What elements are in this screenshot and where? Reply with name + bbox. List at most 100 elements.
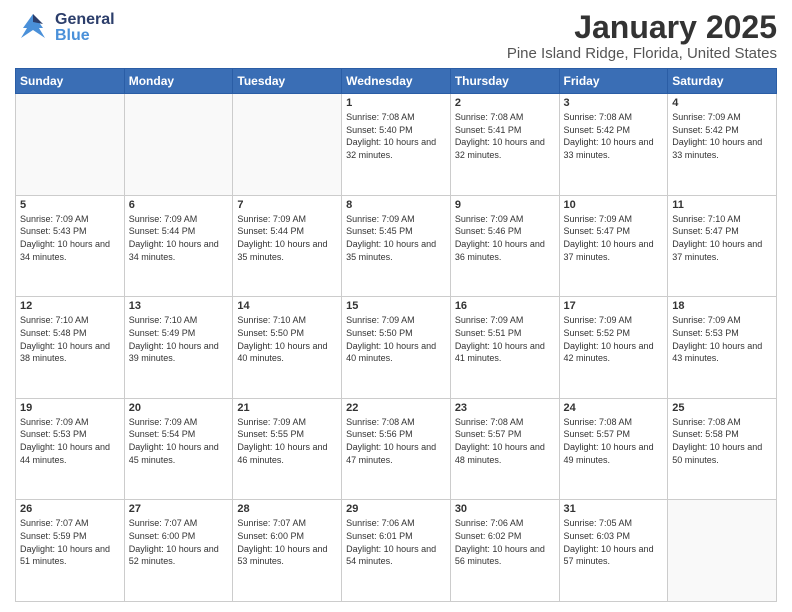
table-row bbox=[233, 94, 342, 196]
day-number: 17 bbox=[564, 300, 664, 312]
table-row: 24 Sunrise: 7:08 AMSunset: 5:57 PMDayligh… bbox=[559, 398, 668, 500]
day-info: Sunrise: 7:09 AMSunset: 5:43 PMDaylight:… bbox=[20, 213, 120, 263]
day-info: Sunrise: 7:09 AMSunset: 5:46 PMDaylight:… bbox=[455, 213, 555, 263]
header-saturday: Saturday bbox=[668, 69, 777, 94]
day-number: 23 bbox=[455, 402, 555, 414]
day-info: Sunrise: 7:08 AMSunset: 5:56 PMDaylight:… bbox=[346, 416, 446, 466]
day-info: Sunrise: 7:09 AMSunset: 5:51 PMDaylight:… bbox=[455, 314, 555, 364]
calendar-week-row: 26 Sunrise: 7:07 AMSunset: 5:59 PMDayligh… bbox=[16, 500, 777, 602]
table-row: 23 Sunrise: 7:08 AMSunset: 5:57 PMDayligh… bbox=[450, 398, 559, 500]
day-number: 2 bbox=[455, 97, 555, 109]
table-row: 9Sunrise: 7:09 AMSunset: 5:46 PMDaylight… bbox=[450, 195, 559, 297]
table-row: 27Sunrise: 7:07 AMSunset: 6:00 PMDayligh… bbox=[124, 500, 233, 602]
day-number: 4 bbox=[672, 97, 772, 109]
calendar-week-row: 12Sunrise: 7:10 AMSunset: 5:48 PMDayligh… bbox=[16, 297, 777, 399]
calendar-week-row: 5 Sunrise: 7:09 AMSunset: 5:43 PMDaylight… bbox=[16, 195, 777, 297]
table-row: 25 Sunrise: 7:08 AMSunset: 5:58 PMDayligh… bbox=[668, 398, 777, 500]
day-info: Sunrise: 7:08 AMSunset: 5:57 PMDaylight:… bbox=[455, 416, 555, 466]
table-row: 28Sunrise: 7:07 AMSunset: 6:00 PMDayligh… bbox=[233, 500, 342, 602]
day-number: 26 bbox=[20, 503, 120, 515]
day-number: 20 bbox=[129, 402, 229, 414]
day-number: 10 bbox=[564, 199, 664, 211]
day-info: Sunrise: 7:05 AMSunset: 6:03 PMDaylight:… bbox=[564, 517, 664, 567]
day-number: 16 bbox=[455, 300, 555, 312]
table-row: 30 Sunrise: 7:06 AMSunset: 6:02 PMDayligh… bbox=[450, 500, 559, 602]
day-number: 18 bbox=[672, 300, 772, 312]
table-row: 14 Sunrise: 7:10 AMSunset: 5:50 PMDayligh… bbox=[233, 297, 342, 399]
header-thursday: Thursday bbox=[450, 69, 559, 94]
table-row: 1Sunrise: 7:08 AMSunset: 5:40 PMDaylight… bbox=[342, 94, 451, 196]
header-friday: Friday bbox=[559, 69, 668, 94]
logo-text: General Blue bbox=[55, 12, 115, 44]
day-info: Sunrise: 7:09 AMSunset: 5:50 PMDaylight:… bbox=[346, 314, 446, 364]
day-number: 1 bbox=[346, 97, 446, 109]
month-title: January 2025 bbox=[507, 10, 777, 45]
table-row: 6Sunrise: 7:09 AMSunset: 5:44 PMDaylight… bbox=[124, 195, 233, 297]
day-number: 5 bbox=[20, 199, 120, 211]
table-row: 29 Sunrise: 7:06 AMSunset: 6:01 PMDayligh… bbox=[342, 500, 451, 602]
day-number: 24 bbox=[564, 402, 664, 414]
table-row: 18 Sunrise: 7:09 AMSunset: 5:53 PMDayligh… bbox=[668, 297, 777, 399]
day-info: Sunrise: 7:06 AMSunset: 6:01 PMDaylight:… bbox=[346, 517, 446, 567]
day-number: 6 bbox=[129, 199, 229, 211]
table-row: 21 Sunrise: 7:09 AMSunset: 5:55 PMDayligh… bbox=[233, 398, 342, 500]
table-row: 31 Sunrise: 7:05 AMSunset: 6:03 PMDayligh… bbox=[559, 500, 668, 602]
table-row: 20 Sunrise: 7:09 AMSunset: 5:54 PMDayligh… bbox=[124, 398, 233, 500]
day-info: Sunrise: 7:09 AMSunset: 5:53 PMDaylight:… bbox=[20, 416, 120, 466]
table-row: 16 Sunrise: 7:09 AMSunset: 5:51 PMDayligh… bbox=[450, 297, 559, 399]
calendar-week-row: 19 Sunrise: 7:09 AMSunset: 5:53 PMDayligh… bbox=[16, 398, 777, 500]
header-wednesday: Wednesday bbox=[342, 69, 451, 94]
day-info: Sunrise: 7:06 AMSunset: 6:02 PMDaylight:… bbox=[455, 517, 555, 567]
day-number: 29 bbox=[346, 503, 446, 515]
day-info: Sunrise: 7:09 AMSunset: 5:52 PMDaylight:… bbox=[564, 314, 664, 364]
logo-icon bbox=[15, 10, 51, 46]
day-info: Sunrise: 7:07 AMSunset: 6:00 PMDaylight:… bbox=[237, 517, 337, 567]
header-monday: Monday bbox=[124, 69, 233, 94]
header: General Blue January 2025 Pine Island Ri… bbox=[15, 10, 777, 62]
day-info: Sunrise: 7:08 AMSunset: 5:57 PMDaylight:… bbox=[564, 416, 664, 466]
day-info: Sunrise: 7:10 AMSunset: 5:48 PMDaylight:… bbox=[20, 314, 120, 364]
day-number: 31 bbox=[564, 503, 664, 515]
logo-general-text: General bbox=[55, 12, 115, 28]
weekday-header-row: Sunday Monday Tuesday Wednesday Thursday… bbox=[16, 69, 777, 94]
table-row: 11 Sunrise: 7:10 AMSunset: 5:47 PMDayligh… bbox=[668, 195, 777, 297]
header-tuesday: Tuesday bbox=[233, 69, 342, 94]
day-info: Sunrise: 7:10 AMSunset: 5:47 PMDaylight:… bbox=[672, 213, 772, 263]
header-sunday: Sunday bbox=[16, 69, 125, 94]
table-row: 8Sunrise: 7:09 AMSunset: 5:45 PMDaylight… bbox=[342, 195, 451, 297]
table-row: 2Sunrise: 7:08 AMSunset: 5:41 PMDaylight… bbox=[450, 94, 559, 196]
table-row: 19 Sunrise: 7:09 AMSunset: 5:53 PMDayligh… bbox=[16, 398, 125, 500]
day-info: Sunrise: 7:09 AMSunset: 5:42 PMDaylight:… bbox=[672, 111, 772, 161]
title-block: January 2025 Pine Island Ridge, Florida,… bbox=[507, 10, 777, 62]
table-row: 15 Sunrise: 7:09 AMSunset: 5:50 PMDayligh… bbox=[342, 297, 451, 399]
day-number: 15 bbox=[346, 300, 446, 312]
day-number: 21 bbox=[237, 402, 337, 414]
table-row: 10Sunrise: 7:09 AMSunset: 5:47 PMDayligh… bbox=[559, 195, 668, 297]
table-row: 5 Sunrise: 7:09 AMSunset: 5:43 PMDaylight… bbox=[16, 195, 125, 297]
day-number: 19 bbox=[20, 402, 120, 414]
day-number: 3 bbox=[564, 97, 664, 109]
day-number: 11 bbox=[672, 199, 772, 211]
day-info: Sunrise: 7:09 AMSunset: 5:53 PMDaylight:… bbox=[672, 314, 772, 364]
table-row bbox=[124, 94, 233, 196]
day-number: 13 bbox=[129, 300, 229, 312]
logo-blue-text: Blue bbox=[55, 28, 115, 44]
table-row: 13 Sunrise: 7:10 AMSunset: 5:49 PMDayligh… bbox=[124, 297, 233, 399]
day-info: Sunrise: 7:09 AMSunset: 5:55 PMDaylight:… bbox=[237, 416, 337, 466]
day-number: 25 bbox=[672, 402, 772, 414]
logo: General Blue bbox=[15, 10, 115, 46]
page: General Blue January 2025 Pine Island Ri… bbox=[0, 0, 792, 612]
day-info: Sunrise: 7:07 AMSunset: 5:59 PMDaylight:… bbox=[20, 517, 120, 567]
day-info: Sunrise: 7:10 AMSunset: 5:49 PMDaylight:… bbox=[129, 314, 229, 364]
day-info: Sunrise: 7:10 AMSunset: 5:50 PMDaylight:… bbox=[237, 314, 337, 364]
day-number: 7 bbox=[237, 199, 337, 211]
table-row: 7Sunrise: 7:09 AMSunset: 5:44 PMDaylight… bbox=[233, 195, 342, 297]
day-number: 14 bbox=[237, 300, 337, 312]
day-info: Sunrise: 7:09 AMSunset: 5:54 PMDaylight:… bbox=[129, 416, 229, 466]
day-number: 30 bbox=[455, 503, 555, 515]
day-info: Sunrise: 7:08 AMSunset: 5:58 PMDaylight:… bbox=[672, 416, 772, 466]
table-row: 26 Sunrise: 7:07 AMSunset: 5:59 PMDayligh… bbox=[16, 500, 125, 602]
day-number: 8 bbox=[346, 199, 446, 211]
table-row: 12Sunrise: 7:10 AMSunset: 5:48 PMDayligh… bbox=[16, 297, 125, 399]
location-title: Pine Island Ridge, Florida, United State… bbox=[507, 45, 777, 62]
